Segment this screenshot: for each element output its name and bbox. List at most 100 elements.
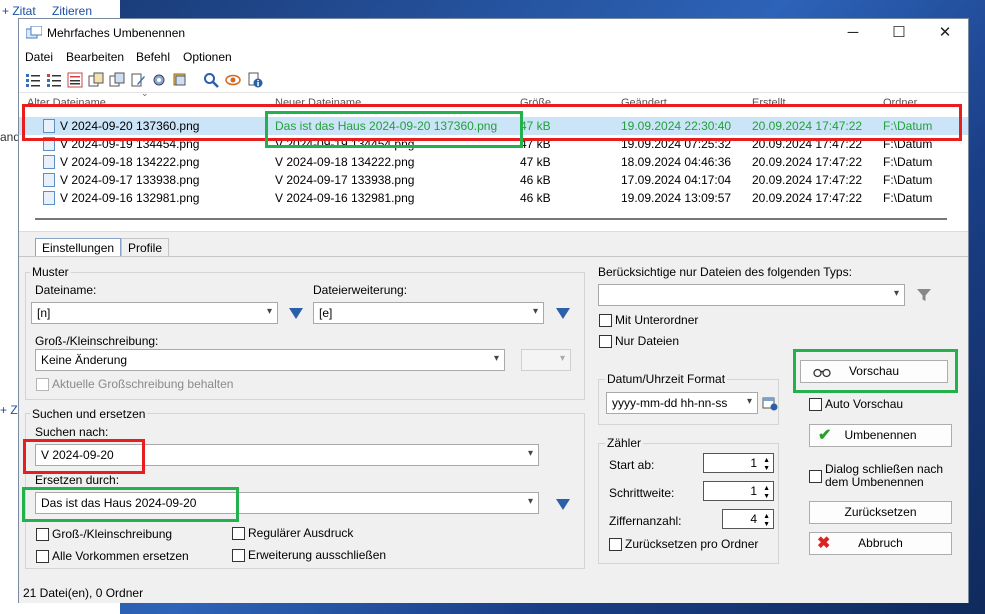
extension-label: Dateierweiterung:	[313, 283, 408, 297]
check-icon: ✔	[818, 427, 832, 444]
case-select[interactable]: Keine Änderung ▾	[35, 349, 505, 371]
counter-start-label: Start ab:	[609, 458, 655, 472]
filename-label: Dateiname:	[35, 283, 97, 297]
zitieren-link[interactable]: Zitieren	[52, 4, 92, 18]
insert-pattern-icon[interactable]	[289, 308, 303, 319]
spin-down-icon[interactable]: ▼	[763, 465, 770, 472]
counter-start-spinner[interactable]: 1 ▲ ▼	[703, 453, 774, 473]
reset-per-folder-checkbox[interactable]	[609, 538, 622, 551]
chevron-down-icon: ▾	[493, 353, 499, 364]
exclude-extension-checkbox[interactable]	[232, 549, 245, 562]
case-sensitive-checkbox[interactable]	[36, 528, 49, 541]
stack-icon[interactable]	[172, 72, 188, 88]
cell-folder: F:\Datum	[883, 155, 933, 169]
replace-all-label: Alle Vorkommen ersetzen	[52, 549, 189, 563]
subfolders-checkbox[interactable]	[599, 314, 612, 327]
file-type-filter-label: Berücksichtige nur Dateien des folgenden…	[598, 265, 852, 279]
insert-extension-pattern-icon[interactable]	[556, 308, 570, 319]
counter-step-label: Schrittweite:	[609, 486, 675, 500]
cancel-button[interactable]: ✖ Abbruch	[809, 532, 952, 555]
settings-icon[interactable]	[151, 72, 167, 88]
cell-old-name: V 2024-09-17 133938.png	[60, 173, 200, 187]
menu-optionen[interactable]: Optionen	[183, 50, 232, 64]
close-button[interactable]: ✕	[922, 19, 968, 47]
tab-einstellungen[interactable]: Einstellungen	[35, 238, 122, 257]
cell-size: 46 kB	[520, 173, 551, 187]
cross-icon: ✖	[817, 535, 831, 552]
chevron-down-icon: ▾	[532, 306, 538, 317]
sort-chevron-icon: ⌄	[141, 88, 149, 98]
only-files-checkbox[interactable]	[599, 335, 612, 348]
background-link[interactable]: + Z	[0, 403, 18, 417]
list-add-icon[interactable]	[25, 72, 41, 88]
chevron-down-icon: ▾	[266, 306, 272, 317]
cell-modified: 18.09.2024 04:46:36	[621, 155, 732, 169]
spin-up-icon[interactable]: ▲	[763, 513, 770, 520]
menu-befehl[interactable]: Befehl	[136, 50, 170, 64]
table-row[interactable]: V 2024-09-16 132981.png V 2024-09-16 132…	[19, 189, 968, 207]
tab-profile[interactable]: Profile	[121, 238, 170, 257]
file-icon	[43, 173, 55, 187]
reset-button[interactable]: Zurücksetzen	[809, 501, 952, 524]
highlight-new-filename	[265, 111, 523, 148]
cell-old-name: V 2024-09-18 134222.png	[60, 155, 200, 169]
chevron-down-icon: ▾	[893, 288, 899, 299]
cell-old-name: V 2024-09-16 132981.png	[60, 191, 200, 205]
insert-replace-pattern-icon[interactable]	[556, 499, 570, 510]
highlight-preview-button	[793, 349, 958, 393]
muster-group-label: Muster	[30, 265, 71, 279]
datetime-info-icon[interactable]	[762, 395, 778, 411]
extension-input[interactable]: [e] ▾	[313, 302, 544, 324]
counter-start-value: 1	[750, 456, 757, 470]
filter-icon[interactable]	[916, 287, 932, 303]
rename-dialog: Mehrfaches Umbenennen ─ ☐ ✕ Datei Bearbe…	[18, 18, 969, 603]
regex-checkbox[interactable]	[232, 527, 245, 540]
datetime-format-select[interactable]: yyyy-mm-dd hh-nn-ss ▾	[606, 392, 758, 414]
auto-preview-checkbox[interactable]	[809, 398, 822, 411]
cell-modified: 17.09.2024 04:17:04	[621, 173, 732, 187]
file-type-filter-select[interactable]: ▾	[598, 284, 905, 306]
cell-modified: 19.09.2024 13:09:57	[621, 191, 732, 205]
maximize-button[interactable]: ☐	[876, 19, 922, 47]
title-bar[interactable]: Mehrfaches Umbenennen ─ ☐ ✕	[19, 19, 968, 47]
cell-size: 46 kB	[520, 191, 551, 205]
keep-case-checkbox[interactable]	[36, 378, 49, 391]
highlight-find-field	[23, 439, 145, 474]
folder-files-icon[interactable]	[109, 72, 125, 88]
status-text: 21 Datei(en), 0 Ordner	[23, 586, 144, 600]
chevron-down-icon: ▾	[746, 396, 752, 407]
counter-digits-value: 4	[750, 512, 757, 526]
case-sensitive-label: Groß-/Kleinschreibung	[52, 527, 173, 541]
table-row[interactable]: V 2024-09-18 134222.png V 2024-09-18 134…	[19, 153, 968, 171]
counter-step-spinner[interactable]: 1 ▲ ▼	[703, 481, 774, 501]
toolbar	[19, 67, 968, 93]
edit-icon[interactable]	[130, 72, 146, 88]
spin-up-icon[interactable]: ▲	[763, 485, 770, 492]
rename-button[interactable]: ✔ Umbenennen	[809, 424, 952, 447]
spin-down-icon[interactable]: ▼	[763, 521, 770, 528]
spin-down-icon[interactable]: ▼	[763, 493, 770, 500]
close-after-rename-checkbox[interactable]	[809, 470, 822, 483]
spin-up-icon[interactable]: ▲	[763, 457, 770, 464]
table-row[interactable]: V 2024-09-17 133938.png V 2024-09-17 133…	[19, 171, 968, 189]
zitat-link[interactable]: + Zitat	[2, 4, 36, 18]
eye-icon[interactable]	[225, 72, 241, 88]
list-remove-icon[interactable]	[46, 72, 62, 88]
list-icon[interactable]	[67, 72, 83, 88]
replace-all-checkbox[interactable]	[36, 550, 49, 563]
cell-created: 20.09.2024 17:47:22	[752, 155, 863, 169]
cell-size: 47 kB	[520, 155, 551, 169]
case-option-select[interactable]: ▾	[521, 349, 571, 371]
copy-files-icon[interactable]	[88, 72, 104, 88]
menu-bearbeiten[interactable]: Bearbeiten	[66, 50, 124, 64]
minimize-button[interactable]: ─	[830, 19, 876, 47]
counter-digits-spinner[interactable]: 4 ▲ ▼	[722, 509, 774, 529]
horizontal-scrollbar[interactable]	[35, 218, 947, 220]
subfolders-label: Mit Unterordner	[615, 313, 699, 327]
info-icon[interactable]	[247, 72, 263, 88]
chevron-down-icon: ▾	[527, 448, 533, 459]
filename-input[interactable]: [n] ▾	[31, 302, 278, 324]
case-label: Groß-/Kleinschreibung:	[35, 334, 159, 348]
menu-datei[interactable]: Datei	[25, 50, 53, 64]
search-icon[interactable]	[203, 72, 219, 88]
